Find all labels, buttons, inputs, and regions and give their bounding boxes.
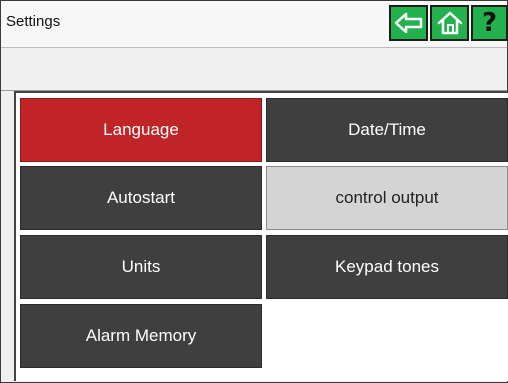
home-button[interactable] [430, 5, 469, 41]
help-button[interactable]: ? [471, 5, 508, 41]
menu-tile-label: Date/Time [348, 120, 426, 139]
back-button[interactable] [389, 5, 428, 41]
question-icon: ? [481, 8, 498, 38]
menu-tile-alarm-memory[interactable]: Alarm Memory [20, 304, 262, 368]
menu-tile-autostart[interactable]: Autostart [20, 166, 262, 230]
sub-header-bar [1, 48, 507, 91]
menu-tile-label: Keypad tones [335, 257, 439, 276]
menu-tile-label: Units [121, 257, 161, 276]
menu-tile-language[interactable]: Language [20, 98, 262, 162]
menu-tile-label: control output [335, 188, 439, 207]
menu-tile-units[interactable]: Units [20, 235, 262, 299]
menu-tile-keypad-tones[interactable]: Keypad tones [266, 235, 508, 299]
page-title: Settings [6, 13, 61, 30]
menu-tile-label: Alarm Memory [85, 326, 197, 345]
header-bar: Settings ? [1, 1, 508, 48]
menu-tile-control-output[interactable]: control output [266, 166, 508, 230]
arrow-left-icon [394, 12, 422, 34]
home-icon [437, 11, 462, 35]
menu-tile-date-time[interactable]: Date/Time [266, 98, 508, 162]
menu-tile-label: Autostart [106, 188, 176, 207]
menu-tile-label: Language [103, 120, 179, 139]
